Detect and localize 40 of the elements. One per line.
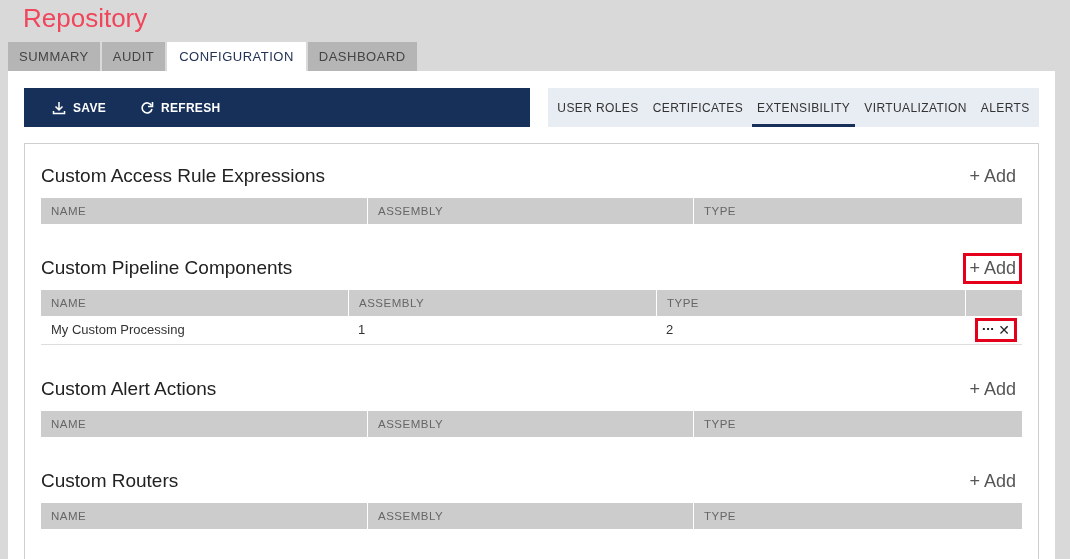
tab[interactable]: CONFIGURATION bbox=[167, 42, 306, 71]
table-cell: 1 bbox=[348, 316, 656, 345]
add-link[interactable]: + Add bbox=[963, 373, 1022, 405]
section-title: Custom Alert Actions bbox=[41, 378, 217, 400]
app-title: Repository bbox=[22, 2, 149, 35]
more-button[interactable]: ··· bbox=[979, 321, 997, 339]
remove-button[interactable]: ✕ bbox=[996, 321, 1012, 339]
column-header: NAME bbox=[41, 411, 367, 437]
column-header: TYPE bbox=[656, 290, 965, 316]
section-title: Custom Pipeline Components bbox=[41, 257, 293, 279]
add-link[interactable]: + Add bbox=[963, 160, 1022, 192]
column-header: TYPE bbox=[693, 503, 1022, 529]
section-title: Custom Access Rule Expressions bbox=[41, 165, 326, 187]
tab[interactable]: SUMMARY bbox=[8, 42, 100, 71]
column-header: NAME bbox=[41, 503, 367, 529]
column-header: TYPE bbox=[693, 411, 1022, 437]
table-cell: 2 bbox=[656, 316, 965, 345]
column-header: ASSEMBLY bbox=[367, 503, 693, 529]
subtab[interactable]: EXTENSIBILITY bbox=[752, 88, 856, 127]
subtab[interactable]: CERTIFICATES bbox=[647, 88, 749, 127]
add-link[interactable]: + Add bbox=[963, 465, 1022, 497]
column-header: NAME bbox=[41, 198, 367, 224]
add-link[interactable]: + Add bbox=[963, 252, 1022, 284]
column-header: ASSEMBLY bbox=[367, 411, 693, 437]
download-icon bbox=[52, 100, 66, 115]
subtab[interactable]: USER ROLES bbox=[552, 88, 644, 127]
column-header: ASSEMBLY bbox=[367, 198, 693, 224]
subtab[interactable]: VIRTUALIZATION bbox=[859, 88, 972, 127]
column-header: NAME bbox=[41, 290, 348, 316]
toolbar-button[interactable]: REFRESH bbox=[134, 96, 227, 119]
refresh-icon bbox=[140, 100, 154, 115]
column-header: ASSEMBLY bbox=[348, 290, 656, 316]
column-header bbox=[965, 290, 1022, 316]
toolbar-button[interactable]: SAVE bbox=[46, 96, 112, 119]
column-header: TYPE bbox=[693, 198, 1022, 224]
tab[interactable]: DASHBOARD bbox=[307, 42, 417, 71]
table-cell: My Custom Processing bbox=[41, 316, 348, 345]
section-title: Custom Routers bbox=[41, 470, 179, 492]
tab[interactable]: AUDIT bbox=[101, 42, 166, 71]
subtab[interactable]: ALERTS bbox=[975, 88, 1035, 127]
